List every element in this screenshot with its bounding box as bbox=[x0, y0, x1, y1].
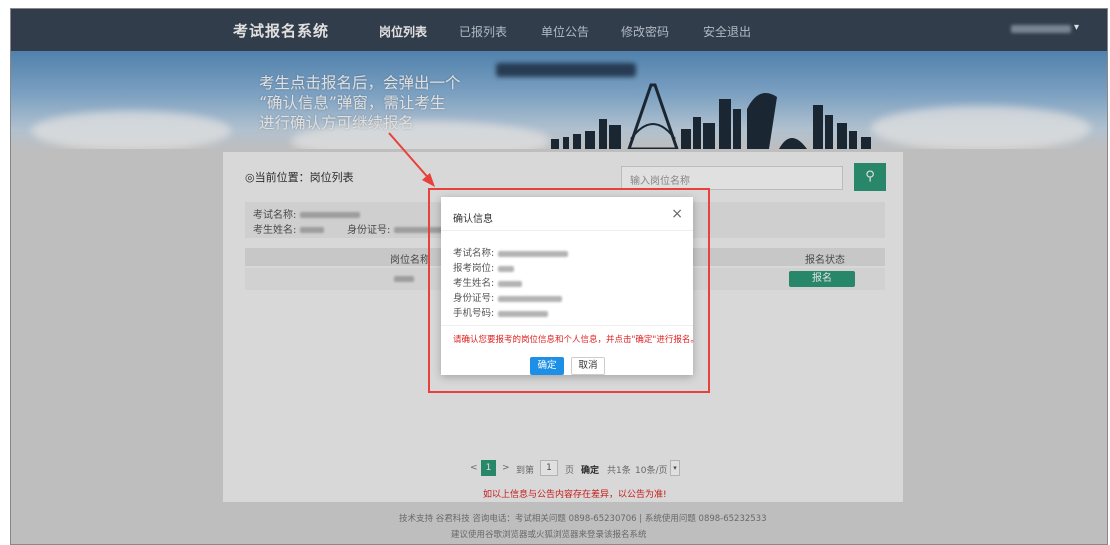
confirm-button[interactable]: 确定 bbox=[530, 357, 564, 375]
dialog-title: 确认信息 bbox=[453, 214, 493, 225]
confirm-info-dialog: 确认信息 × 考试名称: 报考岗位: 考生姓名: 身份证号: 手机号码: 请确认… bbox=[441, 197, 699, 375]
dialog-divider bbox=[441, 325, 693, 326]
dialog-field-name: 考生姓名: bbox=[453, 275, 523, 289]
dialog-divider bbox=[441, 230, 693, 231]
dialog-field-phone: 手机号码: bbox=[453, 305, 549, 319]
cancel-button[interactable]: 取消 bbox=[571, 357, 605, 375]
close-icon[interactable]: × bbox=[671, 206, 683, 222]
browser-viewport: 考试报名系统 岗位列表 已报列表 单位公告 修改密码 安全退出 ▾ 考生点击报名… bbox=[10, 8, 1108, 545]
dialog-field-job: 报考岗位: bbox=[453, 260, 515, 274]
dialog-field-id-number: 身份证号: bbox=[453, 290, 563, 304]
dialog-field-exam-name: 考试名称: bbox=[453, 245, 569, 259]
dialog-warning: 请确认您要报考的岗位信息和个人信息，并点击"确定"进行报名。 bbox=[453, 335, 699, 345]
scrollbar-thumb[interactable] bbox=[1107, 417, 1108, 447]
